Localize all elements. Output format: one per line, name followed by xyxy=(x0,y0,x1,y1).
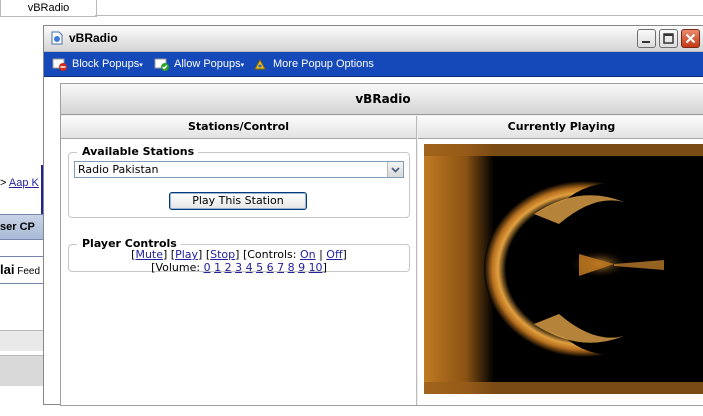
volume-10-link[interactable]: 10 xyxy=(309,261,323,274)
play-station-button[interactable]: Play This Station xyxy=(169,192,307,210)
window-titlebar[interactable]: vBRadio xyxy=(44,26,703,52)
volume-4-link[interactable]: 4 xyxy=(246,261,253,274)
mute-link[interactable]: Mute xyxy=(135,248,163,261)
breadcrumb-separator: > xyxy=(0,177,9,189)
volume-3-link[interactable]: 3 xyxy=(235,261,242,274)
background-feed-row: lai Feed xyxy=(0,256,43,284)
app-title: vBRadio xyxy=(61,84,703,115)
audio-visualization xyxy=(424,144,703,394)
station-select[interactable]: Radio Pakistan xyxy=(74,161,404,178)
stations-control-header: Stations/Control xyxy=(61,116,417,139)
feed-label: Feed xyxy=(14,266,41,277)
available-stations-group: Available Stations Radio Pakistan Play T… xyxy=(68,145,410,218)
volume-label: Volume: xyxy=(155,261,201,274)
volume-9-link[interactable]: 9 xyxy=(298,261,305,274)
volume-8-link[interactable]: 8 xyxy=(288,261,295,274)
background-breadcrumb: > Aap K xyxy=(0,177,39,189)
allow-popups-label: Allow Popups xyxy=(174,58,241,70)
close-icon xyxy=(685,33,696,44)
player-controls-group: Player Controls [Mute] [Play] [Stop] [Co… xyxy=(68,237,410,274)
controls-off-link[interactable]: Off xyxy=(326,248,342,261)
stations-control-panel: Available Stations Radio Pakistan Play T… xyxy=(61,139,417,405)
player-controls-line: [Mute] [Play] [Stop] [Controls: On | Off… xyxy=(131,248,347,261)
close-button[interactable] xyxy=(681,29,700,48)
popup-window: vBRadio Block Popups▾ Allow Popups▾ More… xyxy=(43,25,703,406)
currently-playing-panel xyxy=(418,139,703,405)
maximize-icon xyxy=(663,33,674,44)
allow-popups-icon xyxy=(154,58,169,71)
page-icon xyxy=(50,31,64,45)
feed-title: lai xyxy=(0,262,15,277)
volume-6-link[interactable]: 6 xyxy=(267,261,274,274)
play-link[interactable]: Play xyxy=(175,248,198,261)
volume-line: [Volume: 0 1 2 3 4 5 6 7 8 9 10] xyxy=(151,261,327,274)
background-bar xyxy=(0,355,43,386)
currently-playing-header: Currently Playing xyxy=(418,116,703,139)
available-stations-legend: Available Stations xyxy=(77,145,199,158)
tab-strip-border xyxy=(95,15,703,16)
chevron-down-icon[interactable] xyxy=(387,162,403,177)
stop-link[interactable]: Stop xyxy=(210,248,235,261)
block-popups-label: Block Popups xyxy=(72,58,140,70)
vbradio-panel: vBRadio Stations/Control Currently Playi… xyxy=(60,83,703,406)
volume-2-link[interactable]: 2 xyxy=(225,261,232,274)
volume-0-link[interactable]: 0 xyxy=(204,261,211,274)
maximize-button[interactable] xyxy=(659,29,678,48)
volume-1-link[interactable]: 1 xyxy=(214,261,221,274)
volume-7-link[interactable]: 7 xyxy=(277,261,284,274)
controls-label: Controls: xyxy=(247,248,297,261)
volume-5-link[interactable]: 5 xyxy=(256,261,263,274)
breadcrumb-link[interactable]: Aap K xyxy=(9,177,39,189)
popup-options-icon xyxy=(254,58,266,70)
window-title: vBRadio xyxy=(69,31,118,45)
minimize-button[interactable] xyxy=(637,29,656,48)
background-user-cp-header: ser CP xyxy=(0,214,43,240)
more-popup-options-label: More Popup Options xyxy=(273,58,374,70)
browser-tab[interactable]: vBRadio xyxy=(0,0,97,17)
block-popups-icon xyxy=(52,58,67,71)
controls-on-link[interactable]: On xyxy=(300,248,316,261)
selected-station: Radio Pakistan xyxy=(78,163,159,176)
background-bar xyxy=(0,330,43,351)
minimize-icon xyxy=(642,41,650,43)
popup-content: vBRadio Stations/Control Currently Playi… xyxy=(44,77,703,406)
popup-blocker-toolbar: Block Popups▾ Allow Popups▾ More Popup O… xyxy=(44,52,703,77)
